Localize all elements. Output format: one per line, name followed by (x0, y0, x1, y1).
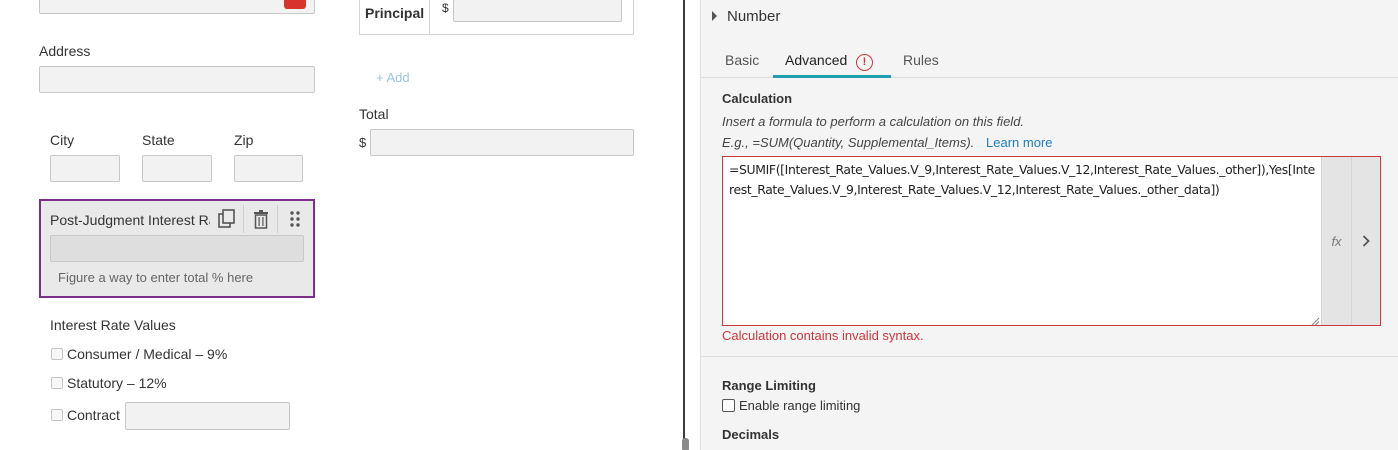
consumer-option-label: Consumer / Medical – 9% (67, 346, 228, 362)
principal-input[interactable] (453, 0, 622, 22)
remove-button[interactable] (284, 0, 306, 9)
contract-checkbox[interactable] (51, 409, 63, 421)
statutory-option-label: Statutory – 12% (67, 375, 167, 391)
calculation-title: Calculation (722, 91, 793, 106)
zip-label: Zip (234, 132, 254, 148)
drag-handle-icon[interactable] (278, 205, 312, 233)
total-currency: $ (359, 135, 367, 150)
state-input[interactable] (142, 155, 212, 182)
fx-button[interactable]: fx (1321, 157, 1351, 325)
decimals-title: Decimals (722, 427, 780, 442)
consumer-checkbox[interactable] (51, 348, 63, 360)
address-label: Address (39, 43, 91, 59)
principal-currency: $ (442, 1, 449, 15)
tab-basic[interactable]: Basic (725, 52, 759, 78)
city-label: City (50, 132, 75, 148)
range-limiting-checkbox[interactable] (722, 399, 735, 412)
scrollbar-thumb[interactable] (682, 438, 689, 450)
interest-rate-input[interactable] (50, 235, 304, 262)
panel-divider[interactable] (678, 0, 700, 450)
city-input[interactable] (50, 155, 120, 182)
caret-right-icon[interactable] (711, 9, 719, 27)
range-limiting-label: Enable range limiting (739, 398, 861, 413)
active-tab-indicator (773, 75, 891, 78)
duplicate-icon[interactable] (210, 205, 244, 233)
calculation-example: E.g., =SUM(Quantity, Supplemental_Items)… (722, 135, 975, 150)
field-type-title[interactable]: Number (727, 8, 780, 25)
learn-more-link[interactable]: Learn more (986, 135, 1052, 150)
zip-input[interactable] (234, 155, 303, 182)
formula-editor[interactable]: =SUMIF([Interest_Rate_Values.V_9,Interes… (722, 156, 1381, 326)
interest-field-hint: Figure a way to enter total % here (58, 270, 254, 285)
divider-line (683, 0, 685, 450)
top-field-input[interactable] (39, 0, 315, 14)
range-limiting-title: Range Limiting (722, 378, 816, 393)
contract-option-label: Contract (67, 407, 120, 423)
error-alert-icon: ! (856, 54, 873, 71)
calculation-description: Insert a formula to perform a calculatio… (722, 114, 1025, 129)
total-label: Total (359, 106, 389, 122)
field-toolbar (210, 205, 314, 233)
formula-text[interactable]: =SUMIF([Interest_Rate_Values.V_9,Interes… (729, 160, 1319, 200)
state-label: State (142, 132, 175, 148)
trash-icon[interactable] (244, 205, 278, 233)
principal-divider (429, 0, 430, 34)
interest-values-label: Interest Rate Values (50, 317, 176, 333)
form-canvas: Address City State Zip Post-Judgment Int… (0, 0, 678, 450)
calculation-error: Calculation contains invalid syntax. (722, 328, 924, 343)
properties-panel: Number Basic Advanced ! Rules Calculatio… (700, 0, 1398, 450)
total-input[interactable] (370, 129, 634, 156)
resize-handle-icon[interactable] (1311, 313, 1320, 331)
expand-chevron-icon[interactable] (1351, 157, 1380, 325)
tab-rules[interactable]: Rules (903, 52, 939, 78)
principal-label: Principal (365, 5, 425, 21)
contract-other-input[interactable] (125, 402, 290, 430)
address-input[interactable] (39, 66, 315, 93)
section-divider (701, 356, 1398, 357)
add-row-button[interactable]: + Add (376, 70, 410, 85)
statutory-checkbox[interactable] (51, 377, 63, 389)
